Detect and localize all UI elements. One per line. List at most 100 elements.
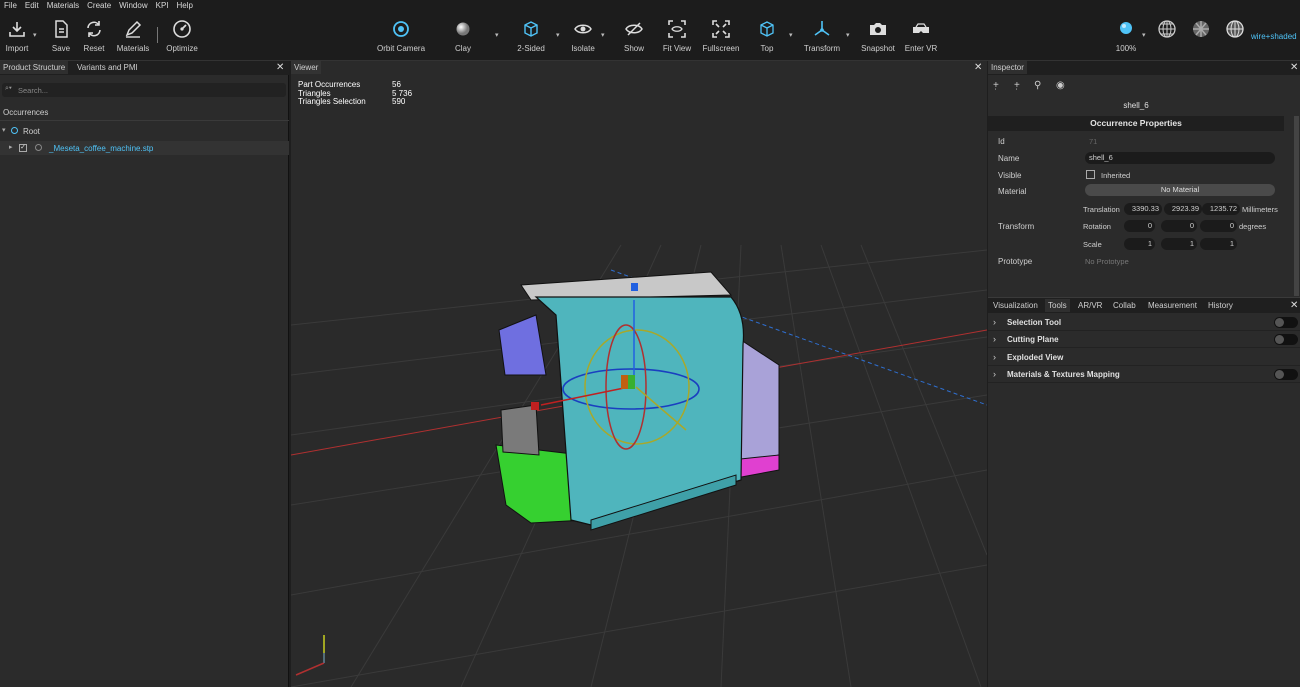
tool-selection[interactable]: › Selection Tool: [988, 314, 1300, 331]
shading-mode-label[interactable]: wire+shaded: [1251, 32, 1297, 41]
rotation-unit: degrees: [1239, 222, 1267, 231]
inspector-scrollbar[interactable]: [1294, 116, 1299, 296]
fullscreen-button[interactable]: Fullscreen: [699, 19, 743, 53]
expand-materials-mapping-icon[interactable]: ›: [993, 369, 996, 379]
rotation-z-field[interactable]: 0: [1200, 220, 1237, 232]
transform-dropdown-icon[interactable]: ▾: [846, 31, 850, 39]
menu-edit[interactable]: Edit: [21, 0, 43, 11]
part-node-icon: [35, 144, 42, 151]
reset-button[interactable]: Reset: [72, 19, 116, 53]
zoom-ball-icon: [1120, 22, 1132, 34]
search-icon: ⌕▾: [5, 85, 12, 92]
expand-selection-tool-icon[interactable]: ›: [993, 317, 996, 327]
two-sided-button[interactable]: 2-Sided: [509, 19, 553, 53]
cube-icon: [524, 21, 538, 37]
optimize-icon: [173, 20, 191, 38]
viewport-3d[interactable]: [291, 75, 987, 687]
top-view-button[interactable]: Top: [745, 19, 789, 53]
orbit-camera-icon: [393, 21, 409, 37]
camera-icon: [870, 23, 886, 35]
tab-measurement[interactable]: Measurement: [1145, 299, 1200, 312]
tool-cutting-plane[interactable]: › Cutting Plane: [988, 331, 1300, 348]
show-button[interactable]: Show: [612, 19, 656, 53]
menu-create[interactable]: Create: [83, 0, 115, 11]
expand-root-icon[interactable]: ▾: [2, 126, 6, 134]
scale-x-field[interactable]: 1: [1124, 238, 1155, 250]
prop-material: Material No Material: [988, 183, 1284, 200]
fullscreen-icon: [712, 20, 730, 38]
close-tools-icon[interactable]: ✕: [1290, 300, 1298, 312]
fit-view-button[interactable]: Fit View: [655, 19, 699, 53]
tree-item-root[interactable]: ▾ Root: [0, 124, 289, 138]
viewer-panel[interactable]: Viewer ✕ Part Occurrences 56 Triangles 5…: [291, 61, 987, 687]
orbit-camera-button[interactable]: Orbit Camera: [377, 19, 425, 53]
materials-icon: [125, 20, 142, 38]
clay-button[interactable]: Clay: [441, 19, 485, 53]
top-view-dropdown-icon[interactable]: ▾: [789, 31, 793, 39]
tab-history[interactable]: History: [1205, 299, 1236, 312]
enter-vr-button[interactable]: Enter VR: [899, 19, 943, 53]
translation-y-field[interactable]: 2923.39: [1164, 203, 1202, 215]
materials-mapping-toggle[interactable]: [1274, 369, 1298, 380]
scale-y-field[interactable]: 1: [1161, 238, 1197, 250]
rotation-x-field[interactable]: 0: [1124, 220, 1155, 232]
translation-x-field[interactable]: 3390.33: [1124, 203, 1162, 215]
clay-dropdown-icon[interactable]: ▾: [495, 31, 499, 39]
tab-ar-vr[interactable]: AR/VR: [1075, 299, 1105, 312]
expand-exploded-view-icon[interactable]: ›: [993, 352, 996, 362]
add-child-icon[interactable]: +̣: [1014, 80, 1020, 91]
materials-button[interactable]: Materials: [111, 19, 155, 53]
close-inspector-icon[interactable]: ✕: [1290, 62, 1298, 74]
add-occurrence-icon[interactable]: +̣: [993, 80, 999, 91]
prop-prototype: Prototype No Prototype: [998, 257, 1129, 266]
tab-variants-pmi[interactable]: Variants and PMI: [74, 61, 141, 74]
toolbar: Import ▾ Save Reset Materials Optimize O…: [0, 11, 1300, 61]
tab-viewer[interactable]: Viewer: [291, 61, 322, 74]
toolbar-divider: [157, 27, 158, 43]
isolate-button[interactable]: Isolate: [561, 19, 605, 53]
material-select[interactable]: No Material: [1085, 184, 1275, 196]
focus-icon[interactable]: ◉: [1056, 80, 1065, 91]
save-icon: [55, 20, 68, 38]
isolate-dropdown-icon[interactable]: ▾: [601, 31, 605, 39]
import-dropdown-icon[interactable]: ▾: [33, 31, 37, 39]
two-sided-dropdown-icon[interactable]: ▾: [556, 31, 560, 39]
translation-z-field[interactable]: 1235.72: [1202, 203, 1240, 215]
cutting-plane-toggle[interactable]: [1274, 334, 1298, 345]
transform-button[interactable]: Transform: [800, 19, 844, 53]
tool-materials-textures-mapping[interactable]: › Materials & Textures Mapping: [988, 366, 1300, 383]
tab-collab[interactable]: Collab: [1110, 299, 1139, 312]
translation-label: Translation: [1083, 205, 1120, 214]
link-icon[interactable]: ⚲: [1034, 80, 1041, 91]
tree-item-coffee-machine[interactable]: ▸ ✓ _Meseta_coffee_machine.stp: [0, 141, 289, 155]
tab-inspector[interactable]: Inspector: [988, 61, 1027, 74]
menu-file[interactable]: File: [0, 0, 21, 11]
close-viewer-icon[interactable]: ✕: [974, 62, 982, 74]
tool-exploded-view[interactable]: › Exploded View: [988, 349, 1300, 366]
close-left-panel-icon[interactable]: ✕: [276, 62, 284, 74]
transform-gizmo-icon: [814, 21, 830, 36]
wire-globe-icon: [1226, 20, 1244, 38]
scale-z-field[interactable]: 1: [1200, 238, 1237, 250]
vr-headset-icon: [913, 23, 929, 33]
menu-kpi[interactable]: KPI: [152, 0, 173, 11]
selection-tool-toggle[interactable]: [1274, 317, 1298, 328]
tab-visualization[interactable]: Visualization: [990, 299, 1041, 312]
menu-materials[interactable]: Materials: [43, 0, 83, 11]
menu-help[interactable]: Help: [173, 0, 197, 11]
snapshot-button[interactable]: Snapshot: [856, 19, 900, 53]
visible-checkbox[interactable]: [1086, 170, 1095, 179]
expand-cutting-plane-icon[interactable]: ›: [993, 334, 996, 344]
rotation-y-field[interactable]: 0: [1161, 220, 1197, 232]
inspector-tab-bar: [988, 61, 1300, 75]
visibility-checkbox[interactable]: ✓: [19, 144, 27, 152]
fit-view-icon: [668, 20, 686, 38]
tab-tools[interactable]: Tools: [1045, 299, 1070, 312]
selected-object-name: shell_6: [1123, 101, 1149, 110]
name-field[interactable]: shell_6: [1085, 152, 1275, 164]
expand-child-icon[interactable]: ▸: [9, 143, 13, 151]
optimize-button[interactable]: Optimize: [160, 19, 204, 53]
menu-window[interactable]: Window: [115, 0, 151, 11]
tab-product-structure[interactable]: Product Structure: [0, 61, 69, 74]
search-input[interactable]: ⌕▾ Search...: [2, 83, 286, 97]
